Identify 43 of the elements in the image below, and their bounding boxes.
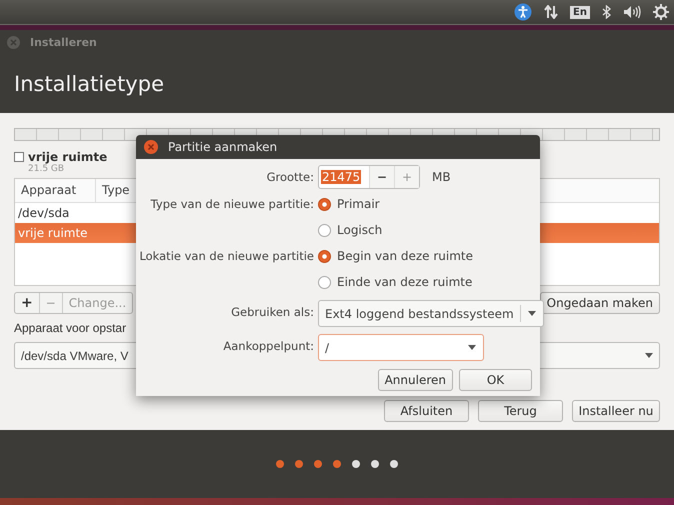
field-label: Aankoppelpunt: <box>222 339 314 353</box>
volume-icon[interactable] <box>623 5 641 19</box>
dropdown-arrow-icon <box>528 311 536 316</box>
radio-option[interactable]: Begin van deze ruimte <box>318 245 474 267</box>
close-icon[interactable] <box>144 140 158 154</box>
gear-icon[interactable] <box>653 4 669 20</box>
boot-loader-label: Apparaat voor opstar <box>14 321 126 335</box>
radio-option[interactable]: Einde van deze ruimte <box>318 271 472 293</box>
dropdown-arrow-icon <box>645 353 653 358</box>
field-label: Type van de nieuwe partitie: <box>150 197 314 211</box>
page-heading: Installatietype <box>14 72 164 96</box>
dialog-button[interactable]: OK <box>459 369 532 391</box>
nav-button[interactable]: Installeer nu <box>572 400 660 422</box>
network-icon[interactable] <box>544 5 558 19</box>
column-header[interactable]: Apparaat <box>15 179 96 202</box>
field-label: Gebruiken als: <box>230 305 314 319</box>
radio-button[interactable] <box>318 224 331 236</box>
field-label: Grootte: <box>266 170 314 184</box>
filesystem-dropdown[interactable]: Ext4 loggend bestandssysteem <box>318 300 544 327</box>
nav-button[interactable]: Terug <box>478 400 563 422</box>
radio-option[interactable]: Primair <box>318 193 380 215</box>
nav-button[interactable]: Afsluiten <box>384 400 469 422</box>
dialog-button[interactable]: Annuleren <box>378 369 453 391</box>
radio-option[interactable]: Logisch <box>318 219 382 241</box>
bluetooth-icon[interactable] <box>602 5 611 19</box>
radio-button[interactable] <box>318 276 331 288</box>
field-label: Lokatie van de nieuwe partitie <box>138 249 314 263</box>
add-button[interactable]: + <box>15 293 40 313</box>
radio-button[interactable] <box>318 198 331 210</box>
unit-label: MB <box>432 170 451 184</box>
window-title: Installeren <box>30 36 97 49</box>
partition-name: vrije ruimte <box>28 150 108 164</box>
dialog-title: Partitie aanmaken <box>168 140 278 154</box>
keyboard-layout-indicator[interactable]: En <box>570 6 590 18</box>
undo-button[interactable]: Ongedaan maken <box>540 292 660 314</box>
legend-swatch-icon <box>14 152 24 162</box>
radio-button[interactable] <box>318 250 331 262</box>
size-spin-field[interactable]: 21475 − + <box>318 165 420 189</box>
accessibility-icon[interactable] <box>514 3 532 21</box>
dropdown-arrow-icon <box>468 345 476 350</box>
mount-point-field[interactable]: / <box>318 334 484 361</box>
partition-size: 21.5 GB <box>28 164 66 174</box>
decrease-button[interactable]: − <box>370 166 395 188</box>
